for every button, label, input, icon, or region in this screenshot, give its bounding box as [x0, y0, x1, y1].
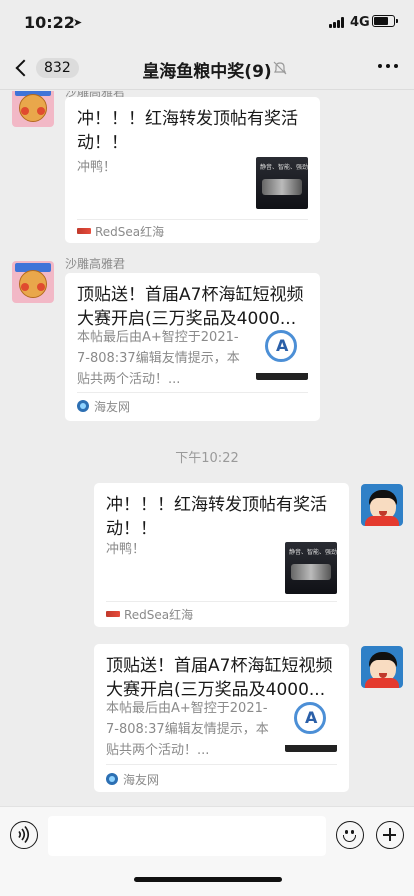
more-button[interactable]: [378, 64, 398, 68]
message-list[interactable]: 沙雕高雅君 冲！！！红海转发顶帖有奖活动！！ 冲鸭！ 静音、智能、强劲 RedS…: [0, 91, 414, 806]
location-arrow-icon: ➤: [73, 16, 83, 29]
haiyou-logo-icon: [77, 400, 89, 412]
redsea-logo-icon: [77, 227, 91, 235]
card-thumbnail: 静音、智能、强劲: [256, 157, 308, 209]
chat-title: 皇海鱼粮中奖(9): [142, 62, 272, 82]
more-icon: [378, 64, 382, 68]
emoji-icon: [345, 830, 348, 834]
card-title: 顶贴送！首届A7杯海缸短视频大赛开启(三万奖品及4000...: [77, 285, 304, 329]
battery-icon: [372, 15, 398, 27]
link-card[interactable]: 顶贴送！首届A7杯海缸短视频大赛开启(三万奖品及4000... 本帖最后由A+智…: [94, 644, 349, 792]
card-thumbnail: [285, 700, 337, 752]
card-description: 本帖最后由A+智控于2021-7-808:37编辑友情提示，本贴共两个活动！..…: [106, 701, 269, 758]
link-card[interactable]: 冲！！！红海转发顶帖有奖活动！！ 冲鸭！ 静音、智能、强劲 RedSea红海: [65, 97, 320, 243]
status-time: 10:22: [24, 13, 75, 32]
card-description: 本帖最后由A+智控于2021-7-808:37编辑友情提示，本贴共两个活动！..…: [77, 330, 240, 387]
card-source: RedSea红海: [77, 222, 164, 240]
avatar[interactable]: [361, 646, 403, 688]
card-source: RedSea红海: [106, 605, 193, 623]
chat-header: 832 皇海鱼粮中奖(9): [0, 46, 414, 90]
card-title: 冲！！！红海转发顶帖有奖活动！！: [77, 109, 298, 153]
avatar[interactable]: [12, 261, 54, 303]
card-title: 顶贴送！首届A7杯海缸短视频大赛开启(三万奖品及4000...: [106, 656, 333, 700]
card-thumbnail: [256, 328, 308, 380]
card-source: 海友网: [77, 397, 130, 415]
message-timestamp: 下午10:22: [175, 451, 239, 466]
link-card[interactable]: 冲！！！红海转发顶帖有奖活动！！ 冲鸭！ 静音、智能、强劲 RedSea红海: [94, 483, 349, 627]
avatar[interactable]: [12, 91, 54, 127]
haiyou-logo-icon: [106, 773, 118, 785]
emoji-button[interactable]: [336, 821, 364, 849]
card-description: 冲鸭！: [106, 542, 146, 557]
redsea-logo-icon: [106, 610, 120, 618]
voice-icon: [18, 825, 30, 844]
signal-icon: [329, 17, 346, 28]
card-source: 海友网: [106, 770, 159, 788]
mute-icon: [273, 61, 287, 75]
home-indicator: [134, 877, 282, 882]
link-card[interactable]: 顶贴送！首届A7杯海缸短视频大赛开启(三万奖品及4000... 本帖最后由A+智…: [65, 273, 320, 421]
card-title: 冲！！！红海转发顶帖有奖活动！！: [106, 495, 327, 539]
status-bar: 10:22 ➤ 4G: [0, 0, 414, 46]
sender-name: 沙雕高雅君: [65, 257, 126, 271]
message-input[interactable]: [48, 816, 326, 856]
card-thumbnail: 静音、智能、强劲: [285, 542, 337, 594]
input-toolbar: [0, 806, 414, 896]
avatar[interactable]: [361, 484, 403, 526]
voice-button[interactable]: [10, 821, 38, 849]
network-label: 4G: [350, 15, 370, 30]
plus-button[interactable]: [376, 821, 404, 849]
card-description: 冲鸭！: [77, 160, 117, 175]
